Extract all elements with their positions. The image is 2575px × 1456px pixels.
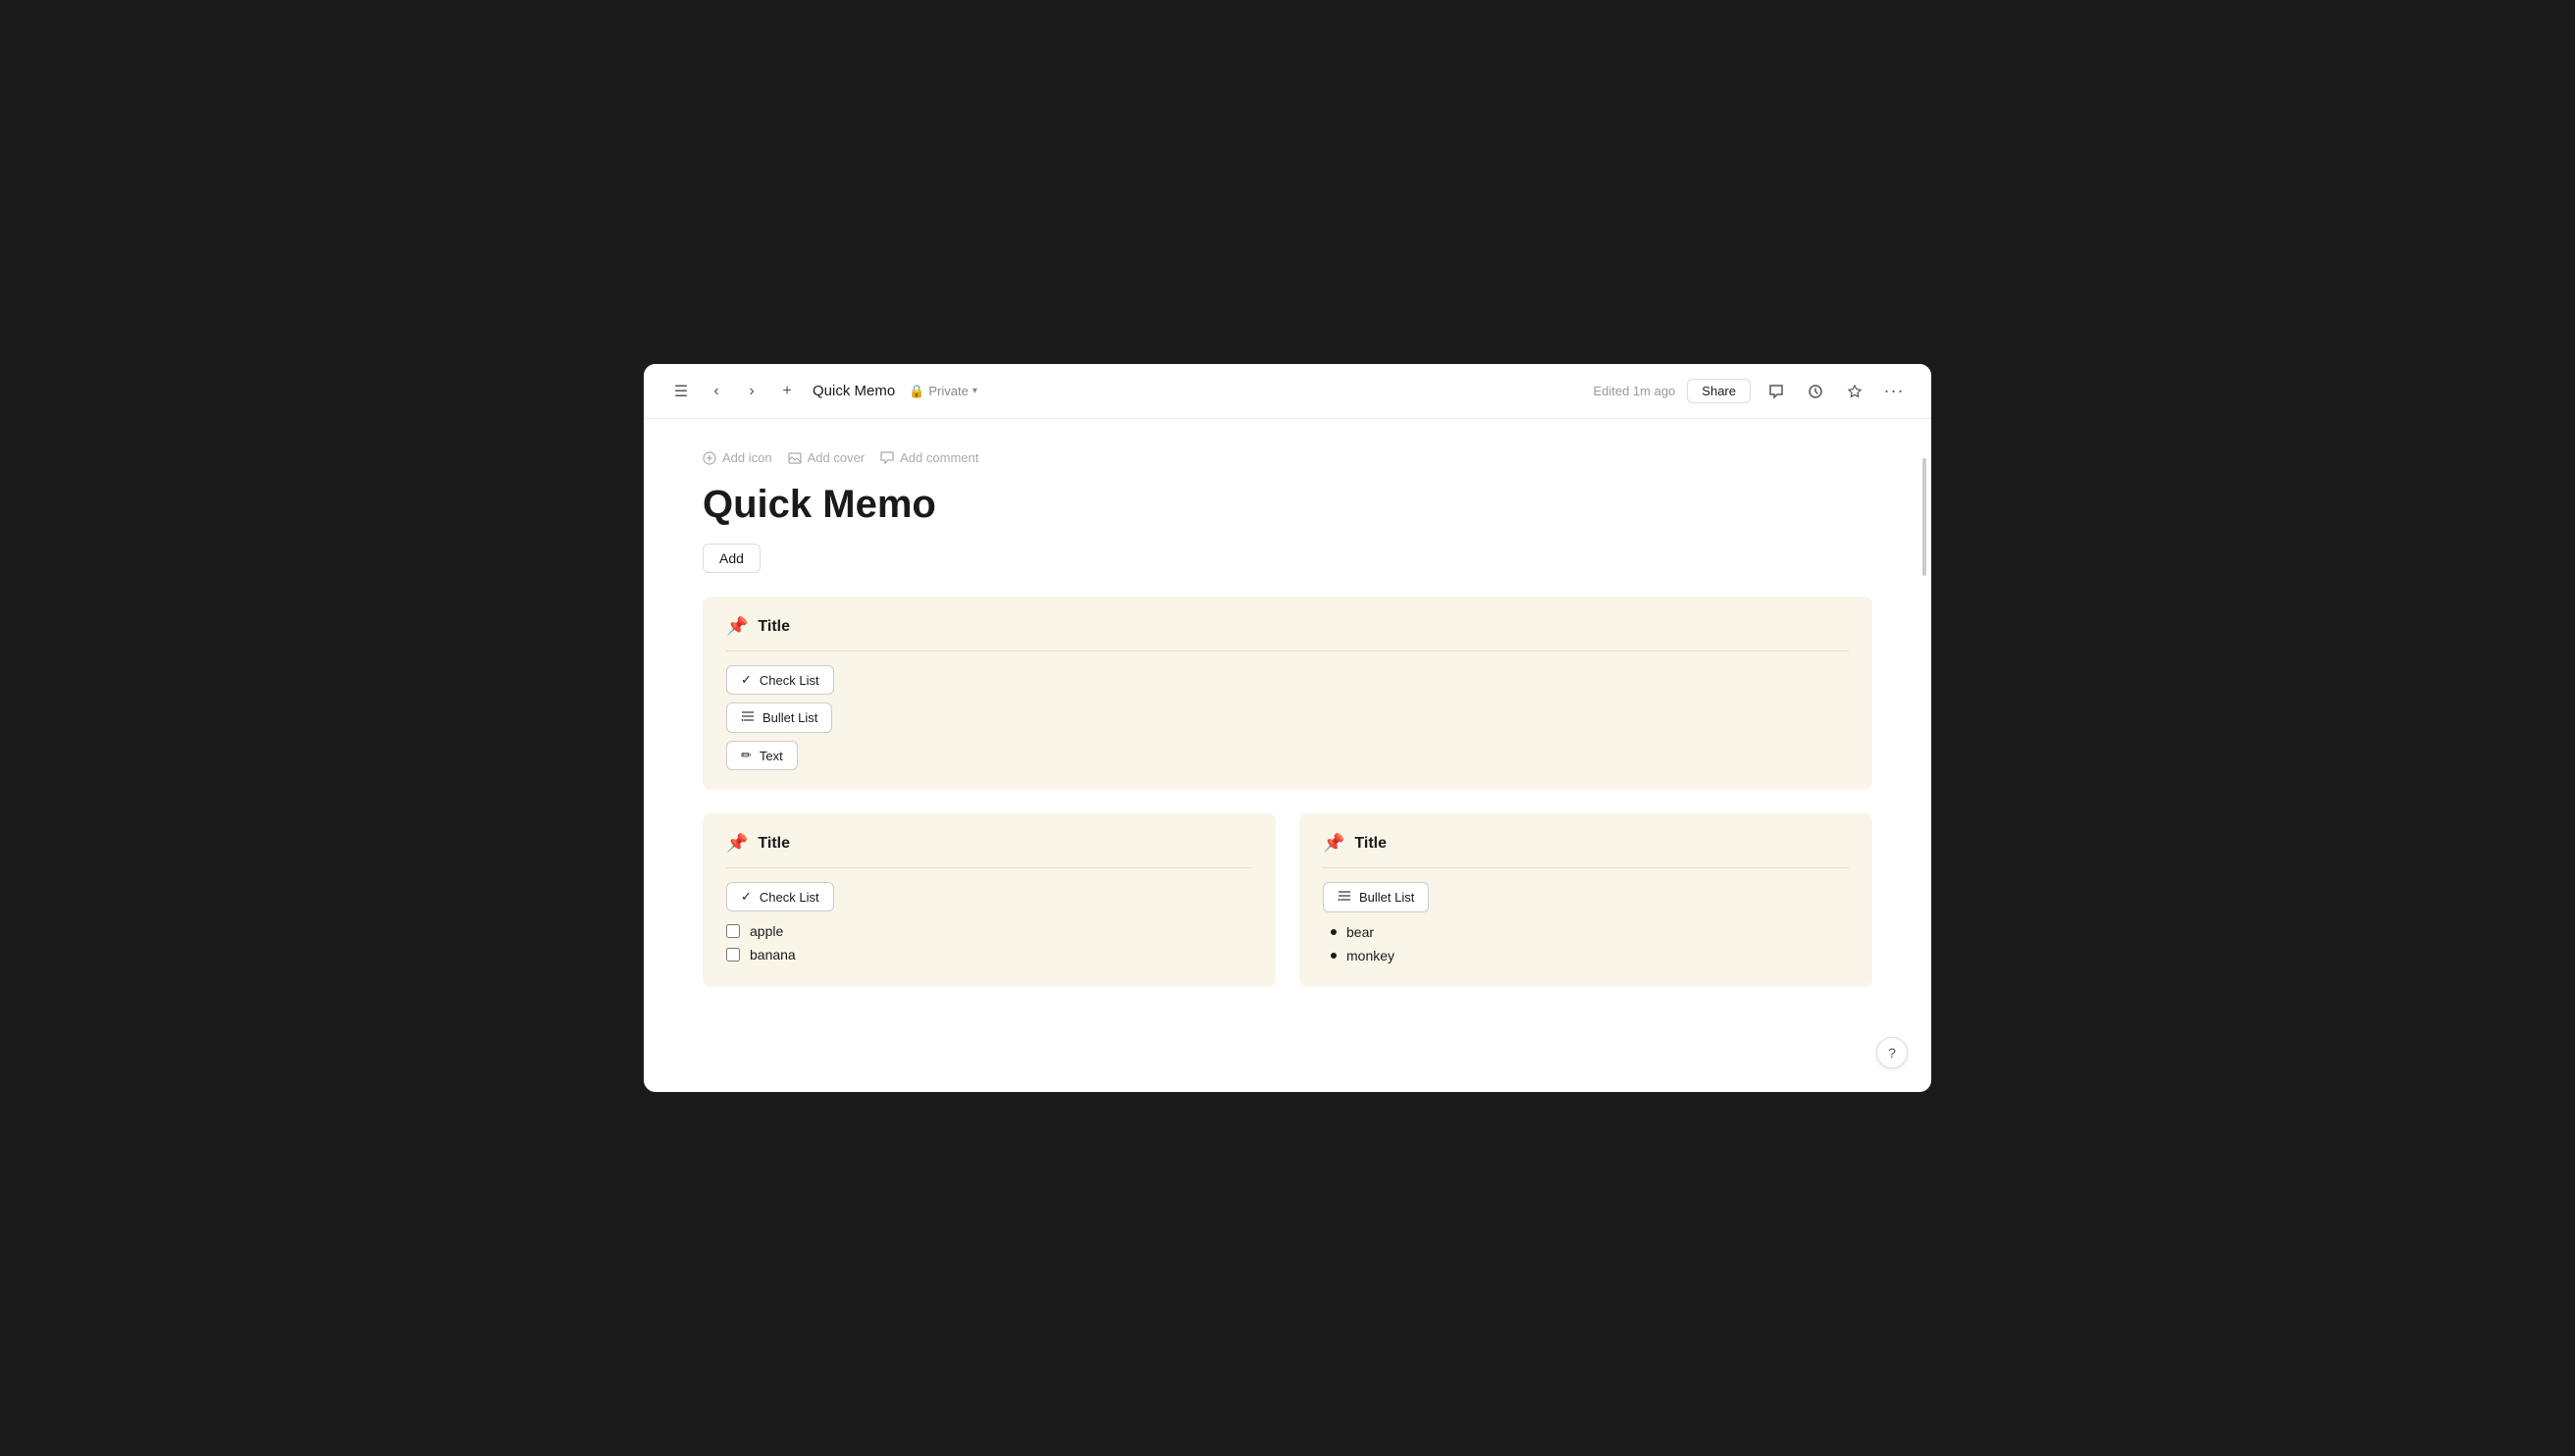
checklist-item-1-text: apple — [750, 923, 783, 939]
bullet-list-type-button[interactable]: Bullet List — [726, 702, 832, 733]
pin-icon-3: 📌 — [1323, 833, 1344, 854]
bullet-item-2: monkey — [1323, 944, 1849, 967]
bullet-item-1-text: bear — [1346, 924, 1374, 940]
card-3-header: 📌 Title — [1323, 833, 1849, 868]
add-icon-icon — [703, 451, 716, 465]
text-label: Text — [760, 749, 783, 763]
bullet-header-label: Bullet List — [1359, 890, 1414, 905]
bullet-item-2-text: monkey — [1346, 948, 1394, 963]
help-button[interactable]: ? — [1876, 1037, 1908, 1068]
add-comment-icon — [880, 451, 894, 465]
checklist-checkbox-1[interactable] — [726, 924, 740, 938]
checklist-type-button[interactable]: ✓ Check List — [726, 665, 834, 695]
checklist-section: ✓ Check List apple banana — [726, 882, 1252, 966]
app-window: ☰ ‹ › + Quick Memo 🔒 Private ▾ Edited 1m… — [644, 364, 1931, 1092]
more-button[interactable]: ··· — [1880, 378, 1908, 405]
checklist-checkbox-2[interactable] — [726, 948, 740, 962]
toolbar: ☰ ‹ › + Quick Memo 🔒 Private ▾ Edited 1m… — [644, 364, 1931, 419]
card-1-title[interactable]: Title — [758, 618, 790, 636]
check-icon: ✓ — [741, 672, 752, 688]
card-1-buttons: ✓ Check List Bullet List — [726, 665, 1849, 770]
cards-container: 📌 Title ✓ Check List — [703, 597, 1872, 987]
add-comment-label: Add comment — [900, 450, 978, 465]
checklist-item-2: banana — [726, 943, 1252, 966]
bullet-section: Bullet List bear monkey — [1323, 882, 1849, 967]
bullet-list-icon — [741, 709, 755, 726]
add-icon-button[interactable]: Add icon — [703, 450, 772, 465]
bullet-dot-1 — [1331, 929, 1337, 935]
checklist-item-1: apple — [726, 919, 1252, 943]
share-button[interactable]: Share — [1687, 379, 1751, 403]
back-button[interactable]: ‹ — [703, 378, 730, 405]
text-type-button[interactable]: ✏ Text — [726, 741, 798, 770]
add-button[interactable]: Add — [703, 544, 761, 573]
edited-timestamp: Edited 1m ago — [1593, 384, 1675, 398]
menu-button[interactable]: ☰ — [667, 378, 695, 405]
star-icon — [1847, 384, 1863, 399]
add-icon-label: Add icon — [722, 450, 772, 465]
card-2-header: 📌 Title — [726, 833, 1252, 868]
card-3: 📌 Title — [1299, 813, 1872, 987]
privacy-badge[interactable]: 🔒 Private ▾ — [903, 382, 983, 401]
bullet-header-icon — [1338, 889, 1351, 906]
bullet-item-1: bear — [1323, 920, 1849, 944]
card-2: 📌 Title ✓ Check List apple — [703, 813, 1276, 987]
card-3-title[interactable]: Title — [1354, 835, 1387, 853]
checklist-label: Check List — [760, 673, 819, 688]
forward-button[interactable]: › — [738, 378, 765, 405]
comment-button[interactable] — [1762, 378, 1790, 405]
card-2-title[interactable]: Title — [758, 835, 790, 853]
add-comment-button[interactable]: Add comment — [880, 450, 978, 465]
bullet-header-btn[interactable]: Bullet List — [1323, 882, 1429, 912]
chevron-down-icon: ▾ — [972, 386, 977, 396]
history-icon — [1808, 384, 1823, 399]
favorite-button[interactable] — [1841, 378, 1868, 405]
add-page-button[interactable]: + — [773, 378, 801, 405]
add-cover-label: Add cover — [808, 450, 866, 465]
add-cover-icon — [788, 451, 802, 465]
text-icon: ✏ — [741, 748, 752, 763]
bullet-dot-2 — [1331, 953, 1337, 959]
cards-row: 📌 Title ✓ Check List apple — [703, 813, 1872, 987]
page-actions: Add icon Add cover Add comment — [703, 450, 1872, 465]
privacy-label: Private — [928, 384, 968, 398]
checklist-header-btn[interactable]: ✓ Check List — [726, 882, 834, 911]
checklist-item-2-text: banana — [750, 947, 796, 962]
lock-icon: 🔒 — [909, 384, 924, 399]
toolbar-right: Edited 1m ago Share ··· — [1593, 378, 1908, 405]
card-1: 📌 Title ✓ Check List — [703, 597, 1872, 790]
add-cover-button[interactable]: Add cover — [788, 450, 866, 465]
card-1-header: 📌 Title — [726, 616, 1849, 651]
history-button[interactable] — [1802, 378, 1829, 405]
page-content: Add icon Add cover Add comment Quick Mem… — [644, 419, 1931, 1092]
bullet-list-label: Bullet List — [762, 710, 817, 725]
check-header-icon: ✓ — [741, 889, 752, 905]
pin-icon: 📌 — [726, 616, 748, 637]
breadcrumb-title: Quick Memo — [813, 383, 895, 399]
page-title[interactable]: Quick Memo — [703, 481, 1872, 528]
pin-icon-2: 📌 — [726, 833, 748, 854]
checklist-header-label: Check List — [760, 890, 819, 905]
comment-icon — [1768, 384, 1784, 399]
toolbar-left: ☰ ‹ › + Quick Memo 🔒 Private ▾ — [667, 378, 1593, 405]
